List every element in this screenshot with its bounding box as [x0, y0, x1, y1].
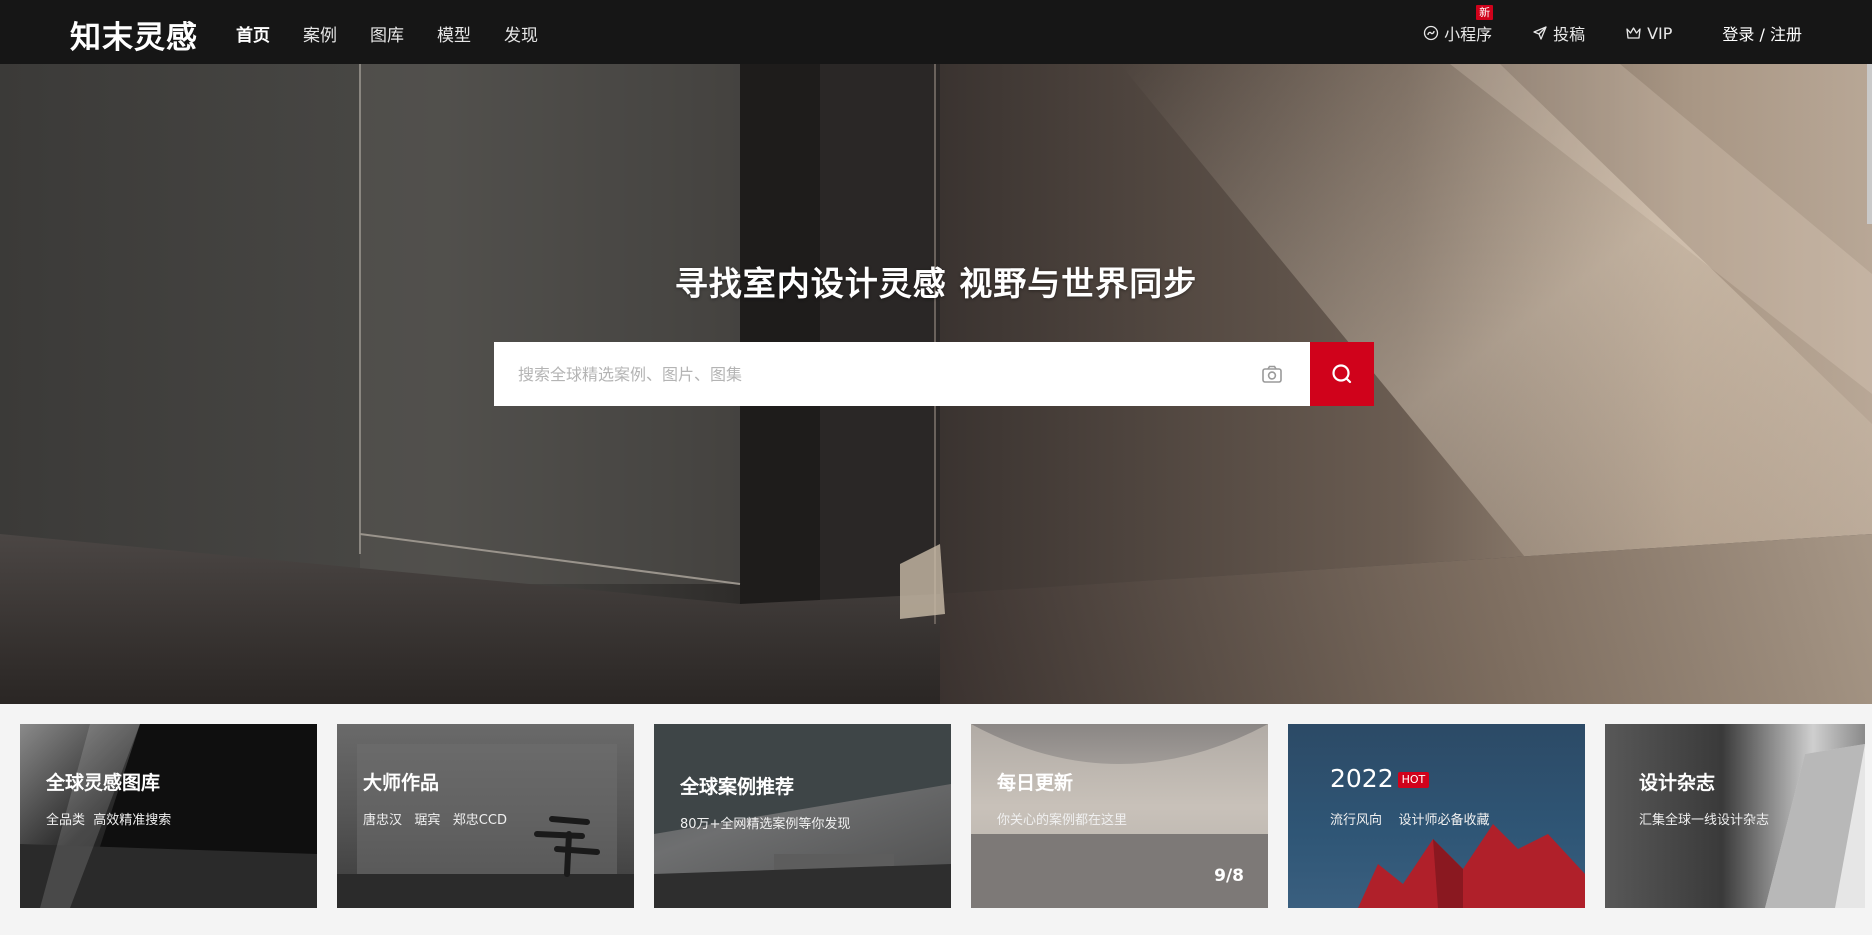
site-logo[interactable]: 知末灵感	[70, 12, 198, 57]
card-2022-trends[interactable]: 2022 HOT 流行风向 设计师必备收藏	[1288, 724, 1585, 908]
card-global-cases[interactable]: 全球案例推荐 80万+全网精选案例等你发现	[654, 724, 951, 908]
search-icon	[1332, 364, 1352, 384]
card-title: 大师作品	[363, 772, 440, 794]
paper-plane-icon	[1533, 26, 1547, 40]
card-design-magazines[interactable]: 设计杂志 汇集全球一线设计杂志	[1605, 724, 1865, 908]
submit-label: 投稿	[1553, 25, 1586, 44]
hot-badge: HOT	[1397, 772, 1430, 788]
card-subtitle: 全品类 高效精准搜索	[46, 813, 172, 828]
card-title: 全球灵感图库	[46, 772, 161, 794]
submit-link[interactable]: 投稿	[1532, 21, 1585, 45]
nav-gallery[interactable]: 图库	[370, 21, 404, 46]
camera-icon[interactable]	[1260, 362, 1284, 386]
crown-icon	[1626, 27, 1641, 39]
new-badge: 新	[1476, 5, 1494, 20]
nav-models[interactable]: 模型	[437, 21, 471, 46]
top-navigation-bar: 知末灵感 首页 案例 图库 模型 发现 小程序 新 投稿 VIP 登录 / 注册	[0, 0, 1872, 64]
search-input[interactable]	[494, 342, 1310, 406]
card-title: 全球案例推荐	[680, 776, 795, 798]
search-bar	[494, 342, 1374, 406]
feature-cards: 全球灵感图库 全品类 高效精准搜索 大师作品 唐忠汉 琚宾 郑忠CCD 全球案例…	[20, 724, 1865, 908]
hero-banner: 寻找室内设计灵感 视野与世界同步	[0, 64, 1872, 704]
card-subtitle: 唐忠汉 琚宾 郑忠CCD	[363, 813, 507, 828]
card-master-works[interactable]: 大师作品 唐忠汉 琚宾 郑忠CCD	[337, 724, 634, 908]
mini-program-label: 小程序	[1444, 25, 1493, 44]
nav-discover[interactable]: 发现	[504, 21, 538, 46]
nav-home[interactable]: 首页	[236, 21, 270, 46]
card-daily-update[interactable]: 每日更新 你关心的案例都在这里 9/8	[971, 724, 1268, 908]
search-button[interactable]	[1310, 342, 1374, 406]
login-register-link[interactable]: 登录 / 注册	[1722, 21, 1802, 45]
mini-program-icon	[1423, 25, 1439, 41]
user-nav: 小程序 新 投稿 VIP 登录 / 注册	[1383, 5, 1802, 45]
card-global-gallery[interactable]: 全球灵感图库 全品类 高效精准搜索	[20, 724, 317, 908]
card-title-text: 2022	[1330, 764, 1394, 793]
card-pager: 9/8	[1214, 866, 1244, 886]
page-scrollbar[interactable]	[1867, 64, 1872, 224]
card-subtitle: 汇集全球一线设计杂志	[1639, 813, 1770, 828]
card-subtitle: 流行风向 设计师必备收藏	[1330, 813, 1490, 828]
card-subtitle: 80万+全网精选案例等你发现	[680, 817, 851, 832]
card-title: 每日更新	[997, 772, 1074, 794]
nav-cases[interactable]: 案例	[303, 21, 337, 46]
hero-title: 寻找室内设计灵感 视野与世界同步	[674, 264, 1198, 303]
vip-link[interactable]: VIP	[1625, 24, 1672, 43]
card-title: 2022 HOT	[1330, 764, 1430, 793]
card-subtitle: 你关心的案例都在这里	[997, 813, 1128, 828]
mini-program-link[interactable]: 小程序 新	[1423, 5, 1494, 45]
main-nav: 首页 案例 图库 模型 发现	[236, 21, 571, 46]
vip-label: VIP	[1647, 23, 1673, 43]
card-title: 设计杂志	[1639, 772, 1716, 794]
